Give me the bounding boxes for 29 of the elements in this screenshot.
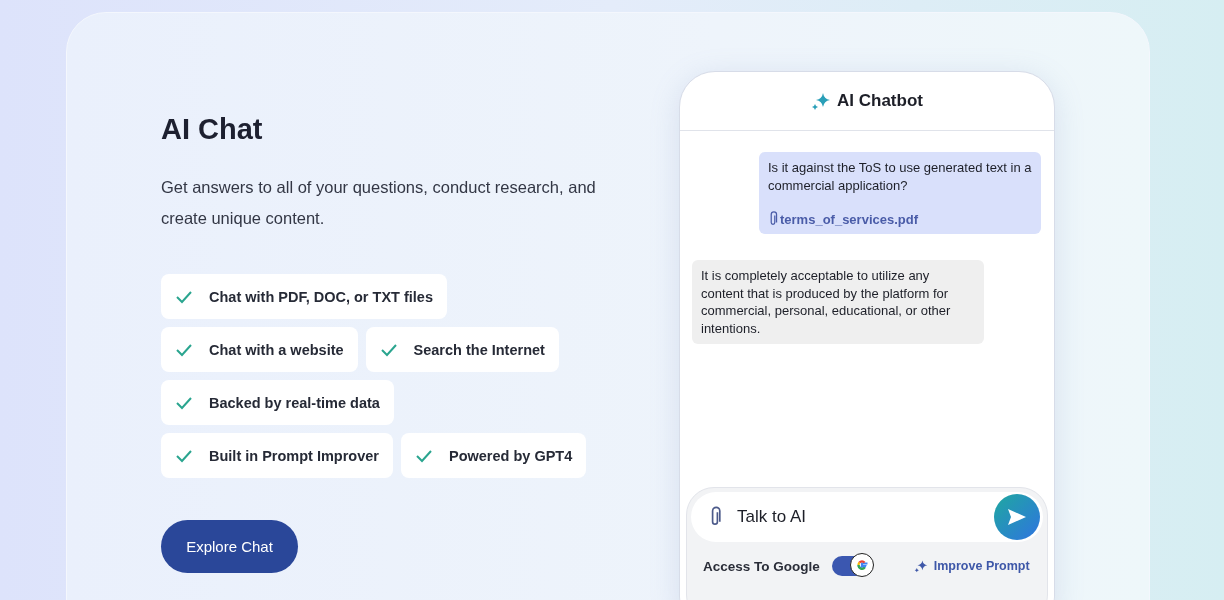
google-access-label: Access To Google — [703, 558, 820, 574]
description: Get answers to all of your questions, conduct research, and create unique content. — [161, 177, 597, 229]
check-icon — [175, 448, 193, 463]
check-icon — [379, 342, 398, 357]
check-icon — [175, 395, 193, 410]
chatbot-title: AI Chatbot — [837, 91, 923, 111]
feature-label: Chat with a website — [209, 341, 344, 358]
feature-label: Backed by real-time data — [209, 394, 380, 411]
user-message-text: Is it against the ToS to use generated text in a commercial application? — [768, 159, 1032, 195]
page-title: AI Chat — [161, 113, 264, 146]
bot-message: It is completely acceptable to utilize any content that is produced by the platform for commercial, personal, educational, or other intentions. — [692, 260, 984, 344]
send-icon — [1007, 508, 1027, 526]
feature-label: Search the Internet — [413, 341, 545, 358]
check-icon — [175, 342, 193, 357]
message-field[interactable]: Talk to AI — [691, 492, 1043, 542]
feature-label: Powered by GPT4 — [449, 447, 573, 464]
paperclip-icon — [709, 506, 721, 528]
attachment-link[interactable]: terms_of_services.pdf — [780, 211, 918, 227]
paperclip-icon — [768, 211, 778, 227]
check-icon — [175, 289, 193, 304]
send-button[interactable] — [994, 494, 1040, 540]
improve-prompt-button[interactable]: Improve Prompt — [913, 559, 1030, 573]
check-icon — [415, 448, 433, 463]
sparkle-icon — [913, 559, 928, 573]
explore-chat-button[interactable]: Explore Chat — [161, 520, 298, 573]
feature-label: Chat with PDF, DOC, or TXT files — [209, 288, 433, 305]
google-access-toggle[interactable] — [831, 556, 872, 576]
feature-label: Built in Prompt Improver — [209, 447, 379, 464]
message-input[interactable]: Talk to AI — [735, 506, 980, 528]
